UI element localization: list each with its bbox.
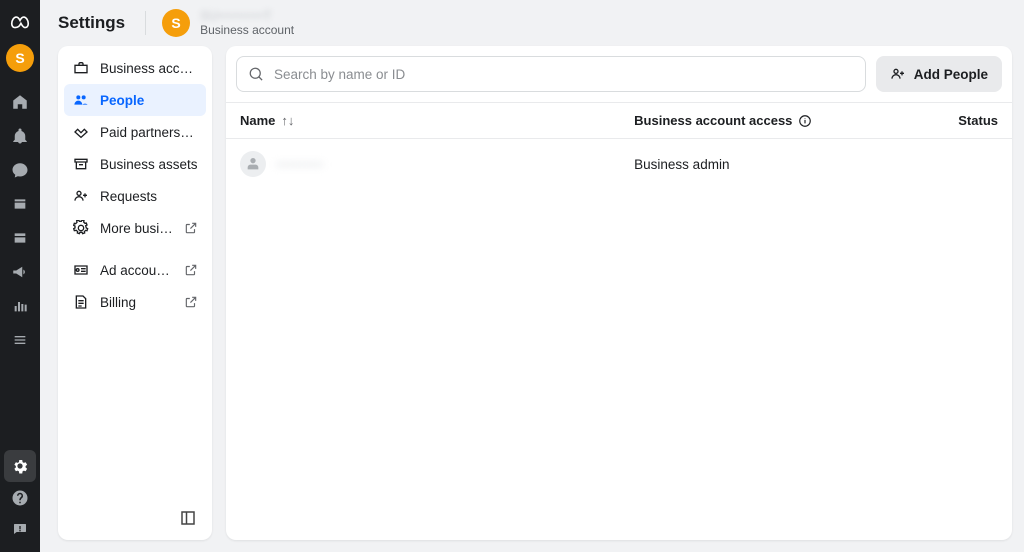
sidebar-item-label: Ad account s... <box>100 263 174 278</box>
search-input[interactable] <box>272 66 853 83</box>
content: Settings S SU••••••••••T Business accoun… <box>40 0 1024 552</box>
sidebar-item-label: Paid partnerships <box>100 125 198 140</box>
search-field[interactable] <box>236 56 866 92</box>
header: Settings S SU••••••••••T Business accoun… <box>40 0 1024 46</box>
column-status: Status <box>946 113 998 128</box>
app-root: S Settings S SU••••••••••T Business acco… <box>0 0 1024 552</box>
sidebar-item-label: Requests <box>100 189 198 204</box>
table-header: Name ↑↓ Business account access Status <box>226 103 1012 139</box>
rail-home[interactable] <box>4 86 36 118</box>
invoice-icon <box>72 294 90 310</box>
sidebar-item-ad-account-settings[interactable]: Ad account s... <box>64 254 206 286</box>
rail-ads[interactable] <box>4 256 36 288</box>
sidebar-item-label: More busines... <box>100 221 174 236</box>
settings-sidebar: Business accou... People Paid partnershi… <box>58 46 212 540</box>
account-avatar: S <box>162 9 190 37</box>
search-icon <box>249 67 264 82</box>
account-type: Business account <box>200 24 294 37</box>
info-icon[interactable] <box>798 114 812 128</box>
rail-settings[interactable] <box>4 450 36 482</box>
body: Business accou... People Paid partnershi… <box>40 46 1024 552</box>
gear-icon <box>72 220 90 236</box>
sidebar-item-people[interactable]: People <box>64 84 206 116</box>
account-name: SU••••••••••T <box>200 9 294 23</box>
sidebar-item-label: Business assets <box>100 157 198 172</box>
rail-menu[interactable] <box>4 324 36 356</box>
sidebar-item-business-assets[interactable]: Business assets <box>64 148 206 180</box>
sidebar-item-business-account[interactable]: Business accou... <box>64 52 206 84</box>
id-card-icon <box>72 262 90 278</box>
sort-icon: ↑↓ <box>281 113 294 128</box>
toolbar: Add People <box>226 46 1012 103</box>
rail-library[interactable] <box>4 188 36 220</box>
sidebar-item-paid-partnerships[interactable]: Paid partnerships <box>64 116 206 148</box>
column-name[interactable]: Name ↑↓ <box>240 113 634 128</box>
collapse-sidebar-button[interactable] <box>174 504 202 532</box>
user-avatar <box>240 151 266 177</box>
header-divider <box>145 11 146 35</box>
sidebar-item-more-business[interactable]: More busines... <box>64 212 206 244</box>
global-rail: S <box>0 0 40 552</box>
meta-logo <box>9 12 31 34</box>
archive-icon <box>72 156 90 172</box>
user-plus-icon <box>890 66 906 82</box>
external-link-icon <box>184 295 198 309</box>
sidebar-item-label: Business accou... <box>100 61 198 76</box>
rail-insights[interactable] <box>4 290 36 322</box>
user-access: Business admin <box>634 157 986 172</box>
main-panel: Add People Name ↑↓ Business account acce… <box>226 46 1012 540</box>
handshake-icon <box>72 124 90 140</box>
rail-avatar[interactable]: S <box>6 44 34 72</box>
sidebar-item-billing[interactable]: Billing <box>64 286 206 318</box>
external-link-icon <box>184 263 198 277</box>
account-switcher[interactable]: S SU••••••••••T Business account <box>162 9 294 37</box>
add-people-button[interactable]: Add People <box>876 56 1002 92</box>
rail-messages[interactable] <box>4 154 36 186</box>
page-title: Settings <box>58 13 125 33</box>
briefcase-icon <box>72 60 90 76</box>
rail-report[interactable] <box>4 514 36 546</box>
sidebar-item-label: Billing <box>100 295 174 310</box>
sidebar-item-label: People <box>100 93 198 108</box>
user-plus-icon <box>72 188 90 204</box>
add-people-label: Add People <box>914 67 988 82</box>
people-icon <box>72 92 90 108</box>
user-name: •••••••••• <box>276 157 323 172</box>
external-link-icon <box>184 221 198 235</box>
column-access: Business account access <box>634 113 946 128</box>
rail-notifications[interactable] <box>4 120 36 152</box>
rail-planner[interactable] <box>4 222 36 254</box>
sidebar-item-requests[interactable]: Requests <box>64 180 206 212</box>
table-row[interactable]: •••••••••• Business admin <box>226 139 1012 189</box>
rail-help[interactable] <box>4 482 36 514</box>
